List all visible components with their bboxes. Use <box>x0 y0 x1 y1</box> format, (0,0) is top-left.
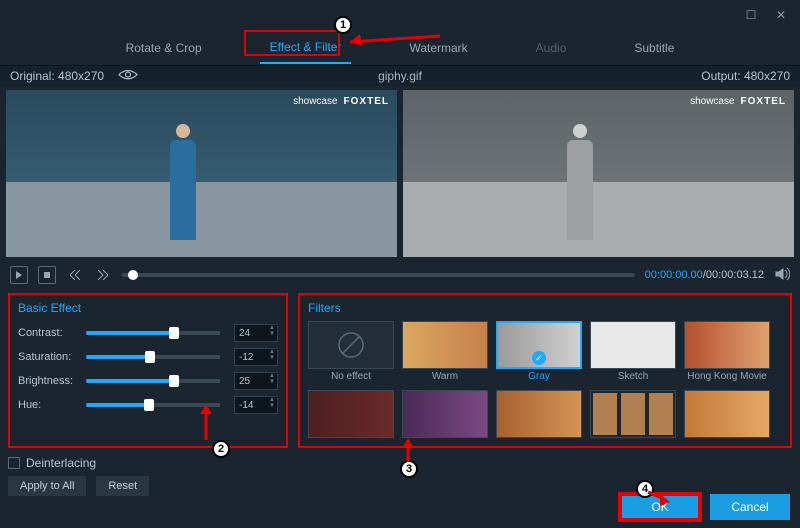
output-dimensions: Output: 480x270 <box>701 69 790 83</box>
annotation-4: 4 <box>636 480 654 498</box>
annotation-3: 3 <box>400 460 418 478</box>
filter-item-7[interactable] <box>402 390 488 440</box>
filters-panel: Filters No effect Warm ✓Gray Sketch Hong… <box>298 293 792 448</box>
hue-value[interactable]: -14▲▼ <box>234 396 278 414</box>
filter-item-6[interactable] <box>308 390 394 440</box>
hue-slider[interactable] <box>86 403 220 407</box>
volume-icon[interactable] <box>774 266 790 285</box>
filter-warm[interactable]: Warm <box>402 321 488 382</box>
annotation-2: 2 <box>212 440 230 458</box>
basic-effect-panel: Basic Effect Contrast: 24▲▼ Saturation: … <box>8 293 288 448</box>
preview-area: showcaseFOXTEL showcaseFOXTEL <box>0 86 800 261</box>
filter-item-9[interactable] <box>590 390 676 440</box>
close-button[interactable]: ✕ <box>774 8 788 22</box>
tab-effect-filter[interactable]: Effect & Filter <box>260 32 352 64</box>
status-bar: Original: 480x270 giphy.gif Output: 480x… <box>0 66 800 86</box>
stop-button[interactable] <box>38 266 56 284</box>
brightness-value[interactable]: 25▲▼ <box>234 372 278 390</box>
titlebar: ☐ ✕ <box>0 0 800 30</box>
saturation-label: Saturation: <box>18 351 80 363</box>
watermark-left: showcaseFOXTEL <box>293 96 389 107</box>
filter-gray[interactable]: ✓Gray <box>496 321 582 382</box>
time-display: 00:00:00.00/00:00:03.12 <box>645 269 764 281</box>
tab-rotate-crop[interactable]: Rotate & Crop <box>116 33 212 63</box>
maximize-button[interactable]: ☐ <box>744 8 758 22</box>
seek-slider[interactable] <box>122 273 635 277</box>
play-button[interactable] <box>10 266 28 284</box>
filter-no-effect[interactable]: No effect <box>308 321 394 382</box>
brightness-label: Brightness: <box>18 375 80 387</box>
output-preview: showcaseFOXTEL <box>403 90 794 257</box>
original-dimensions: Original: 480x270 <box>10 69 104 83</box>
filter-item-8[interactable] <box>496 390 582 440</box>
apply-to-all-button[interactable]: Apply to All <box>8 476 86 496</box>
hue-label: Hue: <box>18 399 80 411</box>
original-preview: showcaseFOXTEL <box>6 90 397 257</box>
tab-audio: Audio <box>526 33 577 63</box>
contrast-value[interactable]: 24▲▼ <box>234 324 278 342</box>
prev-frame-button[interactable] <box>66 266 84 284</box>
playbar: 00:00:00.00/00:00:03.12 <box>0 261 800 289</box>
next-frame-button[interactable] <box>94 266 112 284</box>
filename-label: giphy.gif <box>378 69 422 83</box>
basic-effect-title: Basic Effect <box>18 301 278 315</box>
saturation-value[interactable]: -12▲▼ <box>234 348 278 366</box>
watermark-right: showcaseFOXTEL <box>690 96 786 107</box>
tab-subtitle[interactable]: Subtitle <box>624 33 684 63</box>
tab-bar: Rotate & Crop Effect & Filter Watermark … <box>0 30 800 66</box>
saturation-slider[interactable] <box>86 355 220 359</box>
tab-watermark[interactable]: Watermark <box>399 33 477 63</box>
deinterlacing-label: Deinterlacing <box>26 456 96 470</box>
contrast-slider[interactable] <box>86 331 220 335</box>
deinterlacing-checkbox[interactable] <box>8 457 20 469</box>
filter-item-10[interactable] <box>684 390 770 440</box>
preview-eye-icon[interactable] <box>118 68 138 84</box>
filter-sketch[interactable]: Sketch <box>590 321 676 382</box>
brightness-slider[interactable] <box>86 379 220 383</box>
annotation-1: 1 <box>334 16 352 34</box>
cancel-button[interactable]: Cancel <box>710 494 790 520</box>
ok-button[interactable]: OK <box>620 494 700 520</box>
filters-title: Filters <box>308 301 782 315</box>
filter-hong-kong-movie[interactable]: Hong Kong Movie <box>684 321 770 382</box>
reset-button[interactable]: Reset <box>96 476 149 496</box>
contrast-label: Contrast: <box>18 327 80 339</box>
